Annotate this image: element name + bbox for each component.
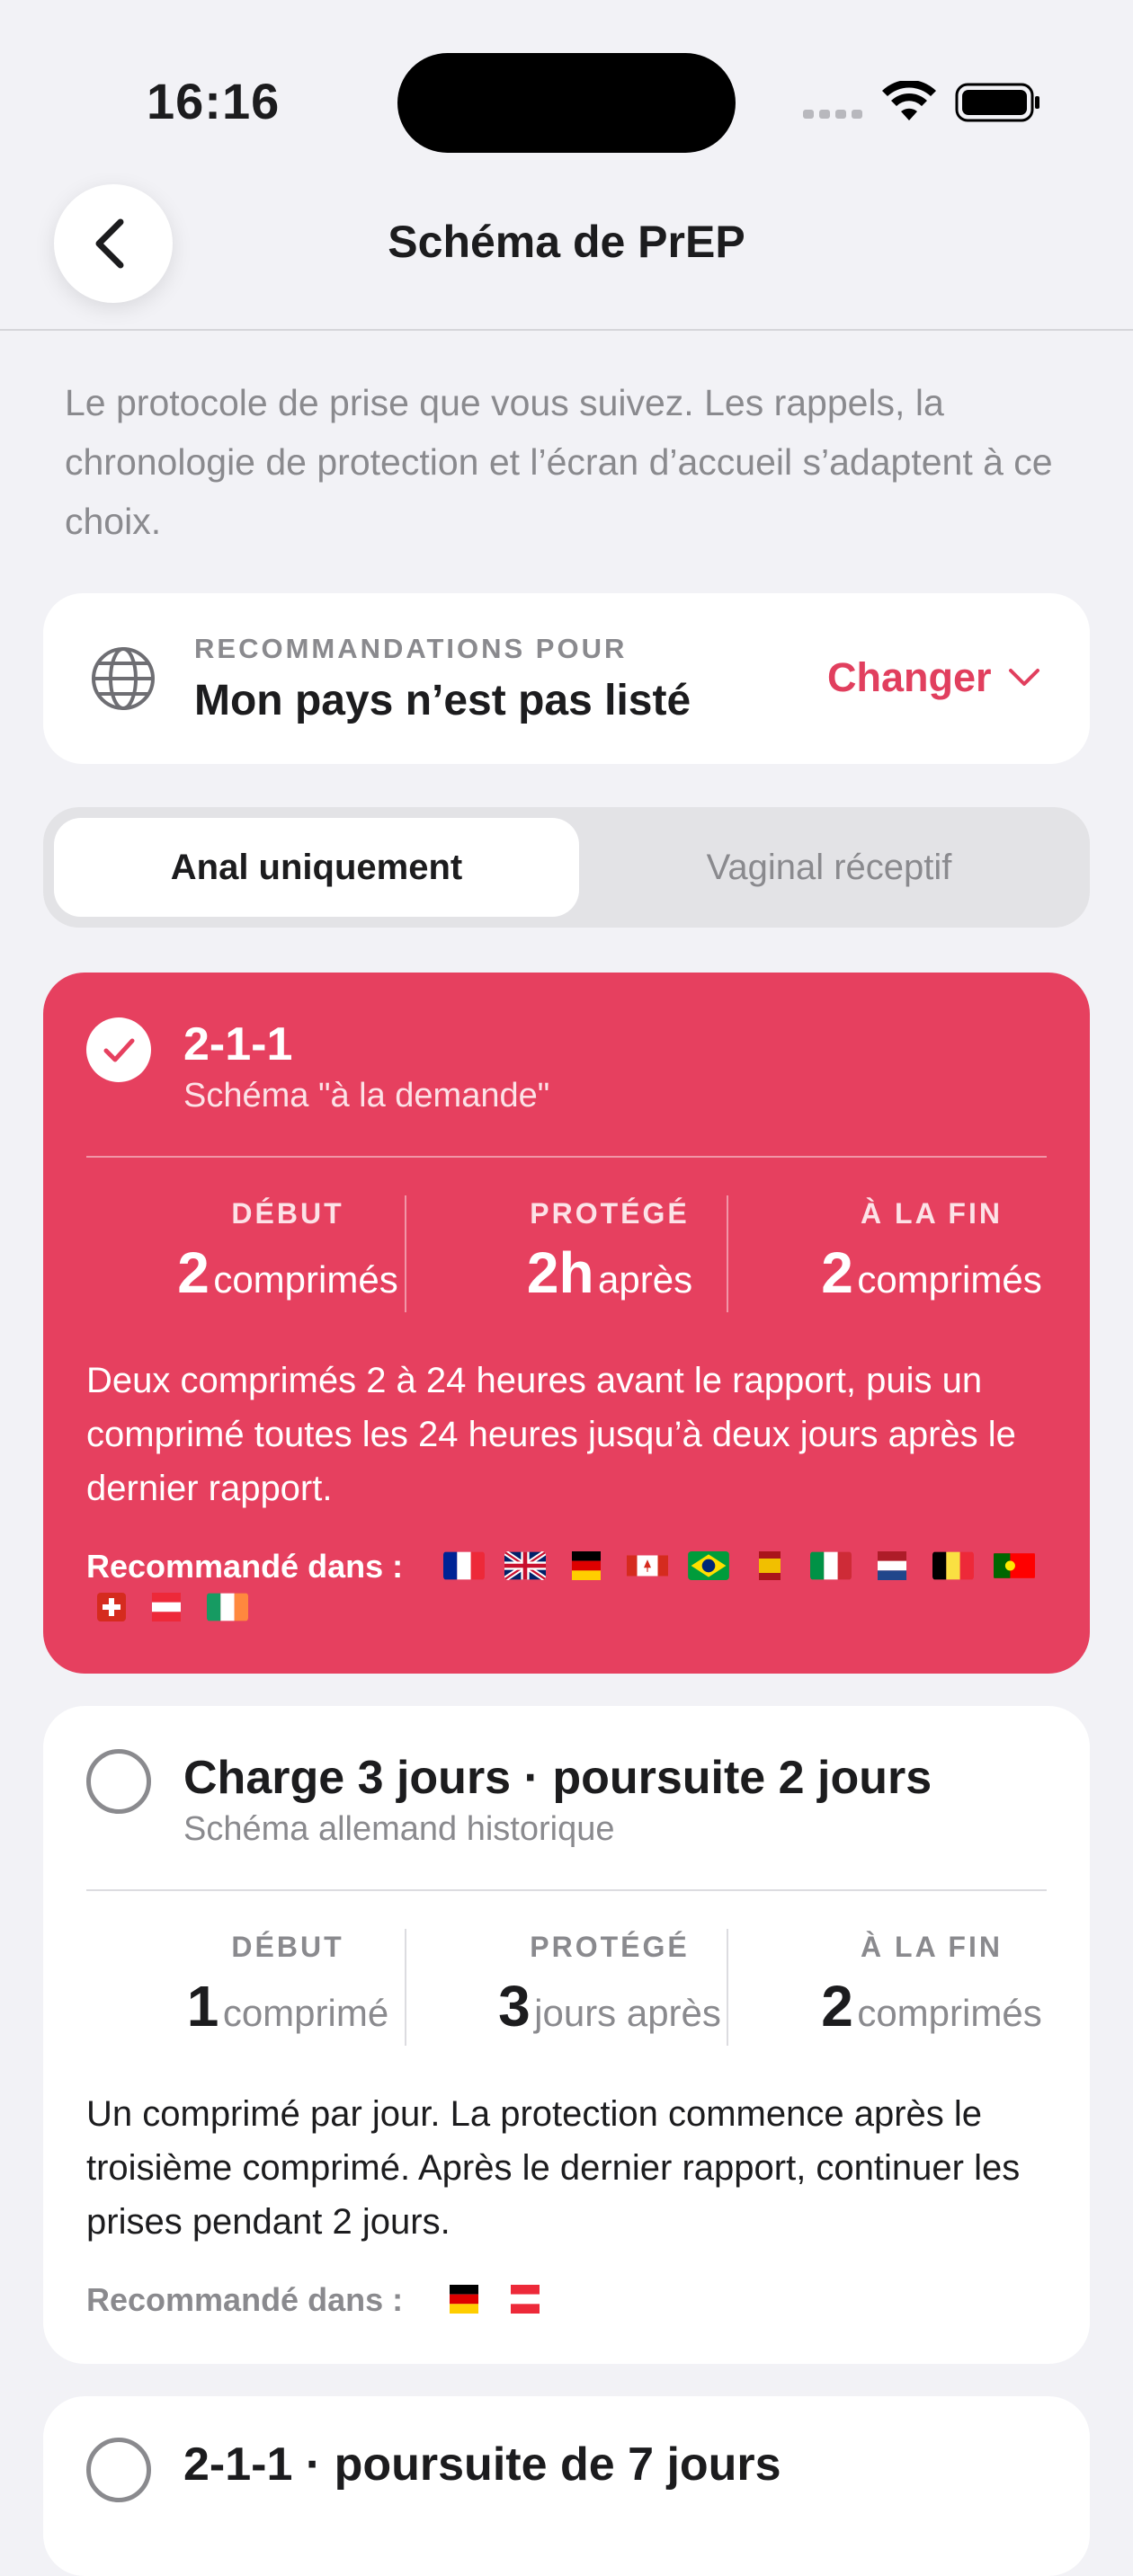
status-time: 16:16 (147, 73, 281, 129)
flag-de-icon (572, 1551, 601, 1580)
flag-ch-icon (97, 1593, 126, 1621)
dynamic-island (397, 53, 736, 153)
regimen-card-2-1-1[interactable]: 2-1-1 Schéma "à la demande" DÉBUT 2 comp… (43, 973, 1090, 1674)
stat-separator (727, 1929, 728, 2046)
status-bar: 16:16 (0, 0, 1133, 180)
cellular-signal-icon (803, 110, 862, 119)
flag-at-icon (152, 1593, 181, 1621)
flag-es-icon (759, 1551, 781, 1580)
radio-unselected[interactable] (86, 2438, 151, 2502)
flag-de-icon (450, 2285, 478, 2314)
battery-icon (955, 83, 1039, 122)
regimen-card-3-day-loading[interactable]: Charge 3 jours · poursuite 2 jours Schém… (43, 1706, 1090, 2364)
regimen-description: Un comprimé par jour. La protection comm… (86, 2094, 1021, 2242)
flag-gb-icon (504, 1551, 546, 1580)
stat-unit: après (598, 1258, 693, 1301)
flag-fr-icon (443, 1551, 485, 1580)
stat-number: 2 (821, 1974, 853, 2039)
country-label: RECOMMANDATIONS POUR (194, 633, 628, 664)
stat-unit: jours après (534, 1992, 721, 2034)
stat-label: PROTÉGÉ (530, 1931, 690, 1963)
intro-text: Le protocole de prise que vous suivez. L… (65, 382, 1053, 542)
stat-label: PROTÉGÉ (530, 1197, 690, 1230)
stat-separator (405, 1195, 406, 1312)
regimen-title: 2-1-1 · poursuite de 7 jours (183, 2438, 781, 2491)
change-country-button[interactable]: Changer (827, 654, 1040, 701)
stat-number: 1 (186, 1974, 219, 2039)
flag-row (443, 2285, 546, 2314)
stat-unit: comprimés (857, 1258, 1042, 1301)
regimen-description: Deux comprimés 2 à 24 heures avant le ra… (86, 1361, 1016, 1508)
stat-label: DÉBUT (231, 1197, 344, 1230)
radio-unselected[interactable] (86, 1749, 151, 1814)
flag-be-icon (932, 1551, 974, 1580)
checkmark-icon (103, 1038, 135, 1062)
stat-unit: comprimés (213, 1258, 398, 1301)
stat-protected: PROTÉGÉ 3 jours après (450, 1931, 770, 2039)
change-country-label: Changer (827, 654, 992, 700)
globe-icon (92, 647, 155, 710)
stat-separator (405, 1929, 406, 2046)
flag-it-icon (810, 1551, 852, 1580)
segment-vaginal[interactable]: Vaginal réceptif (566, 818, 1092, 917)
regimen-title: 2-1-1 (183, 1018, 293, 1070)
flag-at-icon (511, 2285, 540, 2314)
card-divider (86, 1156, 1047, 1158)
stat-start: DÉBUT 1 comprimé (128, 1931, 448, 2039)
flag-br-icon (688, 1551, 729, 1580)
stat-label: DÉBUT (231, 1931, 344, 1963)
flag-row-2 (97, 1593, 248, 1621)
flag-nl-icon (878, 1551, 906, 1580)
segment-anal[interactable]: Anal uniquement (54, 818, 579, 917)
country-value: Mon pays n’est pas listé (194, 677, 691, 724)
stat-number: 2h (526, 1240, 594, 1305)
stat-separator (727, 1195, 728, 1312)
regimen-card-2-1-1-7-days[interactable]: 2-1-1 · poursuite de 7 jours (43, 2396, 1090, 2576)
flag-pt-icon (994, 1553, 1035, 1578)
recommended-in-label: Recommandé dans : (86, 1548, 404, 1585)
stat-unit: comprimé (222, 1992, 389, 2034)
stat-number: 3 (498, 1974, 531, 2039)
wifi-icon (882, 81, 936, 120)
stat-end: À LA FIN 2 comprimés (772, 1197, 1092, 1306)
stat-number: 2 (177, 1240, 210, 1305)
flag-ie-icon (207, 1593, 248, 1621)
stat-end: À LA FIN 2 comprimés (772, 1931, 1092, 2039)
chevron-down-icon (1008, 669, 1039, 686)
recommended-in-label: Recommandé dans : (86, 2281, 404, 2318)
regimen-subtitle: Schéma allemand historique (183, 1810, 615, 1848)
stat-number: 2 (821, 1240, 853, 1305)
regimen-title: Charge 3 jours · poursuite 2 jours (183, 1752, 932, 1804)
radio-selected[interactable] (86, 1017, 151, 1082)
flag-ca-icon (627, 1555, 668, 1577)
segmented-control: Anal uniquement Vaginal réceptif (43, 807, 1090, 928)
stat-start: DÉBUT 2 comprimés (128, 1197, 448, 1306)
stat-protected: PROTÉGÉ 2h après (450, 1197, 770, 1306)
stat-unit: comprimés (857, 1992, 1042, 2034)
stat-label: À LA FIN (861, 1931, 1003, 1963)
page-title: Schéma de PrEP (388, 217, 745, 267)
flag-row (443, 1551, 1035, 1580)
card-divider (86, 1889, 1047, 1891)
regimen-subtitle: Schéma "à la demande" (183, 1077, 550, 1115)
stat-label: À LA FIN (861, 1197, 1003, 1230)
